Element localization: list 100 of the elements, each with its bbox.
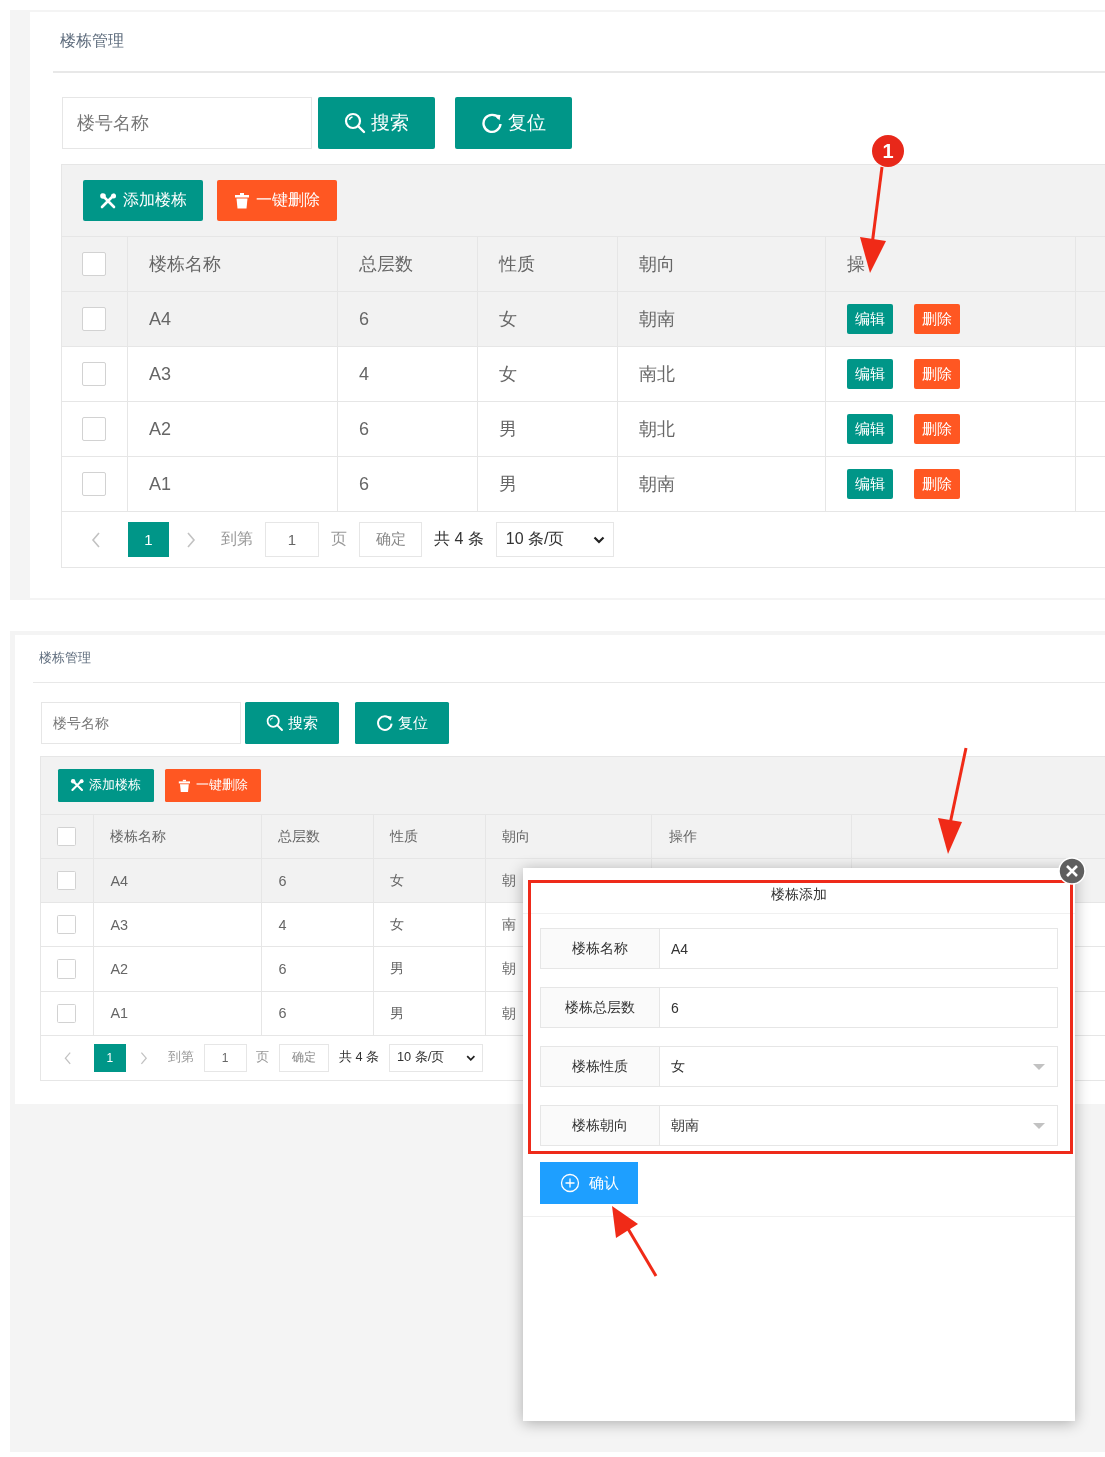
delete-button[interactable]: 删除	[914, 304, 960, 334]
table-cell: A2	[110, 960, 128, 977]
column-header: 操作	[668, 826, 697, 846]
confirm-button[interactable]: 确认	[540, 1162, 638, 1204]
checkbox[interactable]	[82, 362, 106, 386]
table-cell: A2	[149, 418, 172, 440]
table-cell: A4	[149, 308, 172, 330]
table-cell-text: 朝南	[639, 473, 675, 496]
table-cell: A1	[110, 1005, 128, 1022]
panel-title: 楼栋管理	[60, 31, 124, 51]
confirm-button[interactable]: 确定	[278, 1043, 330, 1072]
table-cell: 6	[278, 960, 287, 977]
table-cell: 朝	[502, 1003, 517, 1023]
reset-button[interactable]: 复位	[455, 97, 572, 149]
tools-icon	[70, 778, 85, 793]
search-icon	[344, 112, 366, 134]
page-label: 页	[256, 1049, 270, 1067]
goto-label: 到第	[221, 529, 253, 549]
table-cell: 4	[278, 916, 287, 933]
field-label: 楼栋名称	[540, 928, 660, 969]
trash-icon	[177, 778, 191, 793]
next-page-icon	[139, 1050, 149, 1065]
edit-button[interactable]: 编辑	[847, 359, 893, 389]
search-field[interactable]: 楼号名称	[40, 702, 241, 744]
delete-button[interactable]: 删除	[914, 469, 960, 499]
table-cell: 朝	[502, 871, 517, 891]
field-label: 楼栋朝向	[540, 1105, 660, 1146]
checkbox[interactable]	[82, 417, 106, 441]
table-cell: 6	[359, 418, 369, 440]
column-header: 总层数	[278, 826, 321, 846]
edit-button[interactable]: 编辑	[847, 304, 893, 334]
table-cell: A3	[110, 916, 128, 933]
select-field[interactable]: 女	[660, 1046, 1058, 1087]
batch-delete-button[interactable]: 一键删除	[217, 180, 337, 221]
table-cell: A3	[149, 363, 172, 385]
column-header: 操	[847, 253, 865, 276]
search-button[interactable]: 搜索	[318, 97, 435, 149]
search-button[interactable]: 搜索	[245, 702, 339, 744]
checkbox[interactable]	[56, 826, 76, 846]
table-cell-text: 南北	[639, 363, 675, 386]
column-header: 楼栋名称	[110, 826, 167, 846]
column-header: 性质	[390, 826, 419, 846]
checkbox[interactable]	[56, 959, 76, 979]
table-cell: 朝	[502, 959, 517, 979]
page-size-select[interactable]: 10 条/页	[388, 1043, 484, 1072]
caret-icon	[1032, 1062, 1046, 1071]
checkbox[interactable]	[82, 472, 106, 496]
page-input[interactable]: 1	[265, 522, 319, 557]
page-size-select[interactable]: 10 条/页	[495, 522, 614, 557]
checkbox[interactable]	[56, 1003, 76, 1023]
total-count: 共 4 条	[338, 1049, 380, 1067]
batch-delete-button[interactable]: 一键删除	[164, 768, 261, 802]
table-cell: A1	[149, 473, 172, 495]
edit-button[interactable]: 编辑	[847, 414, 893, 444]
search-field[interactable]: 楼号名称	[62, 97, 312, 149]
caret-icon	[592, 535, 605, 544]
table-cell: 女	[390, 915, 405, 935]
table-cell-text: 朝北	[639, 418, 675, 441]
table-cell-text: 男	[499, 473, 517, 496]
table-cell: 男	[390, 959, 405, 979]
page-input[interactable]: 1	[203, 1043, 247, 1072]
table-cell: 南	[502, 915, 517, 935]
table-cell: 女	[390, 871, 405, 891]
page-label: 页	[331, 529, 347, 549]
caret-icon	[1032, 1121, 1046, 1130]
table-cell: 6	[359, 473, 369, 495]
search-icon	[266, 714, 284, 732]
checkbox[interactable]	[82, 307, 106, 331]
table-cell: 4	[359, 363, 369, 385]
input-field[interactable]: 6	[660, 987, 1058, 1028]
add-button[interactable]: 添加楼栋	[83, 180, 203, 221]
table-cell: 6	[278, 872, 287, 889]
page-number[interactable]: 1	[93, 1043, 127, 1072]
delete-button[interactable]: 删除	[914, 359, 960, 389]
table-cell: 6	[278, 1005, 287, 1022]
total-count: 共 4 条	[434, 529, 484, 549]
previous-page-icon	[63, 1050, 73, 1065]
add-button[interactable]: 添加楼栋	[57, 768, 154, 802]
checkbox[interactable]	[56, 870, 76, 891]
select-field[interactable]: 朝南	[660, 1105, 1058, 1146]
table-cell-text: 朝南	[639, 308, 675, 331]
refresh-icon	[481, 112, 503, 134]
field-label: 楼栋性质	[540, 1046, 660, 1087]
column-header: 性质	[499, 253, 535, 276]
caret-icon	[466, 1054, 476, 1061]
plus-circle-icon	[559, 1173, 580, 1193]
input-field[interactable]: A4	[660, 928, 1058, 969]
checkbox[interactable]	[56, 915, 76, 935]
page-number[interactable]: 1	[128, 522, 169, 557]
checkbox[interactable]	[82, 252, 106, 276]
field-label: 楼栋总层数	[540, 987, 660, 1028]
confirm-button[interactable]: 确定	[359, 522, 422, 557]
delete-button[interactable]: 删除	[914, 414, 960, 444]
refresh-icon	[375, 714, 394, 732]
edit-button[interactable]: 编辑	[847, 469, 893, 499]
table-cell-text: 女	[499, 308, 517, 331]
column-header: 朝向	[639, 253, 675, 276]
table-cell-text: 男	[499, 418, 517, 441]
next-page-icon	[185, 530, 197, 549]
reset-button[interactable]: 复位	[354, 702, 449, 744]
